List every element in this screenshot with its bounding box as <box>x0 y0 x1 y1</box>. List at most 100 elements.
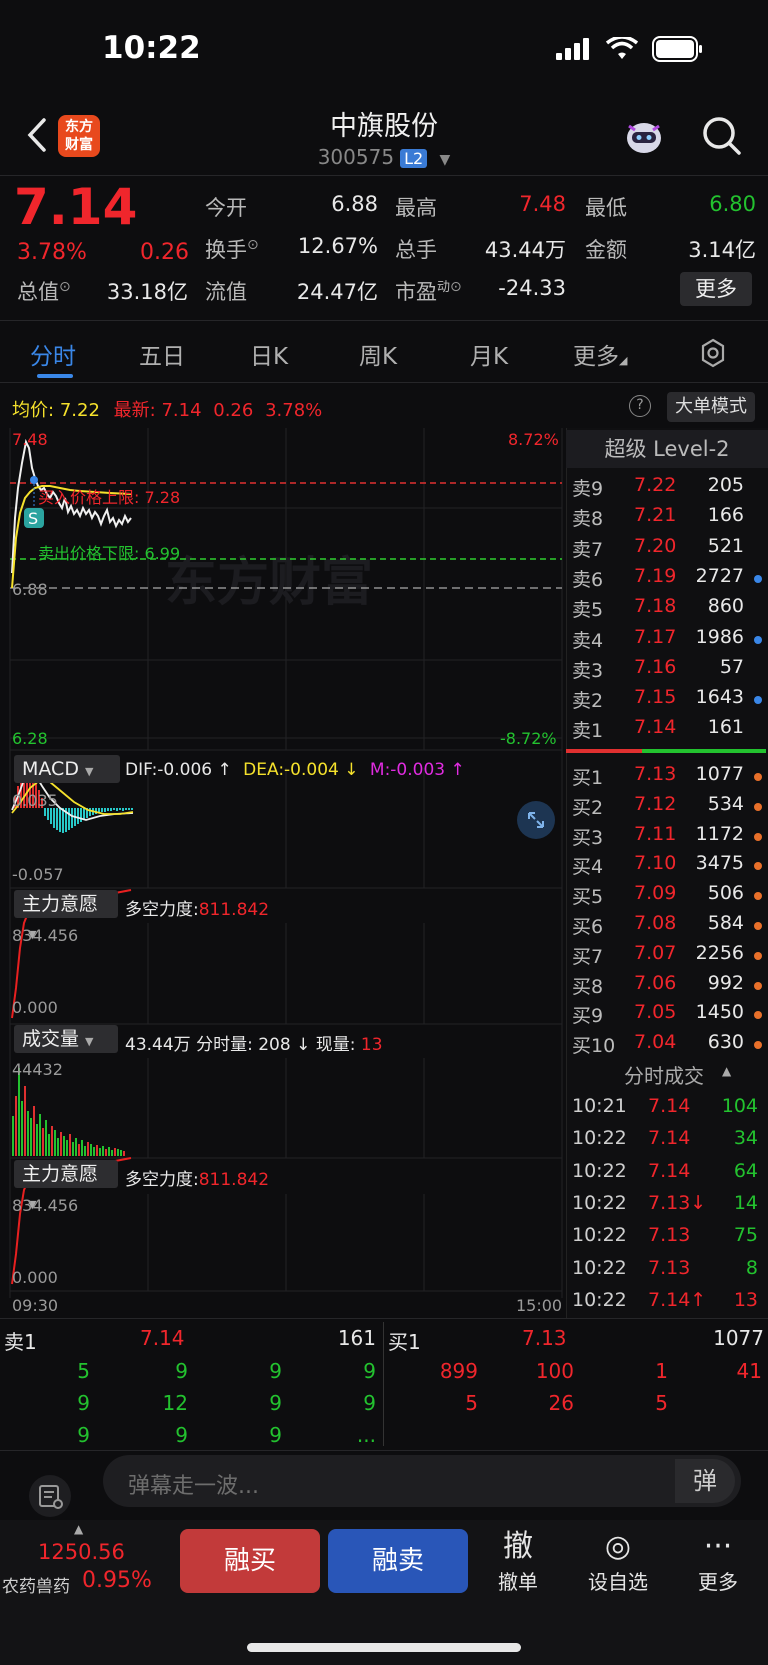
margin-buy-button[interactable]: 融买 <box>180 1529 320 1593</box>
time-axis-start: 09:30 <box>12 1296 59 1315</box>
info-dots-icon[interactable]: ⊙ <box>247 237 259 253</box>
dropdown-caret-icon[interactable]: ▼ <box>440 152 451 168</box>
volume-value: 43.44万 <box>484 238 566 262</box>
ticks-collapse-icon[interactable]: ▲ <box>722 1064 731 1078</box>
level1-ask-label: 卖1 <box>4 1330 37 1354</box>
bid-price: 7.10 <box>634 852 677 875</box>
cancel-order-button[interactable]: 撤 撤单 <box>478 1528 558 1595</box>
ask-volume: 521 <box>707 534 744 557</box>
bid-row[interactable]: 买8 7.06 992 <box>568 972 768 1002</box>
note-settings-icon[interactable] <box>28 1474 72 1518</box>
bid-row[interactable]: 买9 7.05 1450 <box>568 1001 768 1031</box>
main-force-indicator-select-2[interactable]: 主力意愿▼ <box>14 1160 118 1211</box>
ask-row[interactable]: 卖7 7.20 521 <box>568 535 768 565</box>
ask-row[interactable]: 卖8 7.21 166 <box>568 504 768 534</box>
turnover-label[interactable]: 换手⊙ <box>205 234 259 264</box>
big-order-mode-button[interactable]: 大单模式 <box>667 392 755 422</box>
ticks-header[interactable]: 分时成交 ▲ <box>566 1060 768 1090</box>
info-dots-icon[interactable]: ⊙ <box>59 279 71 295</box>
ask-row[interactable]: 卖3 7.16 57 <box>568 656 768 686</box>
market-cap-label[interactable]: 总值⊙ <box>17 276 71 306</box>
ask-row[interactable]: 卖9 7.22 205 <box>568 474 768 504</box>
latest-value: 7.14 <box>161 400 202 421</box>
tab-more[interactable]: 更多◢ <box>573 337 627 371</box>
dropdown-caret-icon: ▼ <box>84 765 94 778</box>
amount-value: 3.14亿 <box>688 238 756 262</box>
bid-row[interactable]: 买10 7.04 630 <box>568 1031 768 1061</box>
help-icon[interactable]: ? <box>629 395 651 417</box>
bid-queue-order: 41 <box>736 1359 762 1383</box>
bid-row[interactable]: 买6 7.08 584 <box>568 912 768 942</box>
sector-index-change[interactable]: 0.95% <box>82 1568 152 1593</box>
ask-level-label: 卖6 <box>572 568 604 591</box>
bid-row[interactable]: 买7 7.07 2256 <box>568 942 768 972</box>
ask-row[interactable]: 卖6 7.19 2727 <box>568 565 768 595</box>
add-watchlist-button[interactable]: ◎ 设自选 <box>578 1528 658 1595</box>
volume-select-label: 成交量 <box>22 1028 80 1050</box>
ask-volume: 1643 <box>695 686 744 709</box>
bid-row[interactable]: 买5 7.09 506 <box>568 882 768 912</box>
tab-daily-k[interactable]: 日K <box>250 337 288 371</box>
ask-row[interactable]: 卖1 7.14 161 <box>568 716 768 746</box>
bid-row[interactable]: 买1 7.13 1077 <box>568 763 768 793</box>
tick-row: 10:21 7.14 104 <box>568 1095 768 1125</box>
bid-row[interactable]: 买2 7.12 534 <box>568 793 768 823</box>
bid-queue-order: 899 <box>439 1359 478 1383</box>
ask-volume: 57 <box>719 655 744 678</box>
expand-chart-icon[interactable] <box>516 800 556 840</box>
search-icon[interactable] <box>700 114 744 158</box>
lower-limit-text: 卖出价格下限: 6.99 <box>38 540 180 564</box>
sector-index-value[interactable]: 1250.56 <box>38 1540 125 1564</box>
upper-limit-label: 买入价格上限: <box>38 488 140 507</box>
bid-volume: 2256 <box>695 941 744 964</box>
main-force-indicator-select-1[interactable]: 主力意愿▼ <box>14 890 118 941</box>
more-menu-button[interactable]: ··· 更多 <box>678 1528 758 1595</box>
upper-limit-value: 7.28 <box>144 488 181 507</box>
high-value: 7.48 <box>519 192 566 216</box>
more-quote-button[interactable]: 更多 <box>680 272 752 306</box>
settings-gear-icon[interactable] <box>697 337 729 369</box>
volume-indicator-select[interactable]: 成交量 ▼ <box>14 1025 118 1053</box>
margin-sell-button[interactable]: 融卖 <box>328 1529 468 1593</box>
divider <box>0 1318 768 1319</box>
ask-row[interactable]: 卖4 7.17 1986 <box>568 626 768 656</box>
bid-row[interactable]: 买3 7.11 1172 <box>568 823 768 853</box>
tab-more-caret-icon: ◢ <box>619 354 628 367</box>
index-expand-caret-icon[interactable]: ▲ <box>74 1522 83 1536</box>
ask-price: 7.16 <box>634 655 677 678</box>
latest-percent: 3.78% <box>265 400 323 421</box>
bid-level-label: 买4 <box>572 856 604 879</box>
ask-row[interactable]: 卖2 7.15 1643 <box>568 686 768 716</box>
bid-price: 7.11 <box>634 822 677 845</box>
pe-label[interactable]: 市盈动⊙ <box>395 276 462 306</box>
bid-row[interactable]: 买4 7.10 3475 <box>568 852 768 882</box>
ask-level-label: 卖7 <box>572 538 604 561</box>
bid-queue-order: 5 <box>465 1391 478 1415</box>
tab-monthly-k[interactable]: 月K <box>470 337 508 371</box>
macd-indicator-select[interactable]: MACD ▼ <box>14 755 120 783</box>
order-dot-icon <box>754 635 762 644</box>
bid-price: 7.09 <box>634 882 677 905</box>
tick-price: 7.14 <box>648 1159 691 1182</box>
bid-volume: 1450 <box>695 1001 744 1024</box>
danmu-toggle-button[interactable]: 弹 <box>675 1459 735 1503</box>
tab-five-day[interactable]: 五日 <box>139 337 185 371</box>
bid-price: 7.08 <box>634 912 677 934</box>
danmu-input[interactable]: 弹幕走一波... <box>128 1468 259 1500</box>
ask-volume: 161 <box>707 716 744 739</box>
tab-intraday[interactable]: 分时 <box>30 337 76 371</box>
tab-weekly-k[interactable]: 周K <box>359 337 397 371</box>
bid-queue-order: 1 <box>655 1359 668 1383</box>
tick-volume: 104 <box>721 1095 758 1117</box>
level2-badge: L2 <box>400 149 428 168</box>
change-percent: 3.78% <box>17 240 87 265</box>
info-dots-icon[interactable]: ⊙ <box>450 279 462 295</box>
robot-assistant-icon[interactable] <box>620 112 668 160</box>
ask-row[interactable]: 卖5 7.18 860 <box>568 595 768 625</box>
ask-queue-order: 9 <box>363 1391 376 1415</box>
ind1-select-label: 主力意愿 <box>22 893 99 915</box>
low-label: 最低 <box>585 196 627 220</box>
ask-price: 7.20 <box>634 534 677 557</box>
bid-price: 7.04 <box>634 1031 677 1054</box>
sector-index-name[interactable]: 农药兽药 <box>2 1572 70 1597</box>
